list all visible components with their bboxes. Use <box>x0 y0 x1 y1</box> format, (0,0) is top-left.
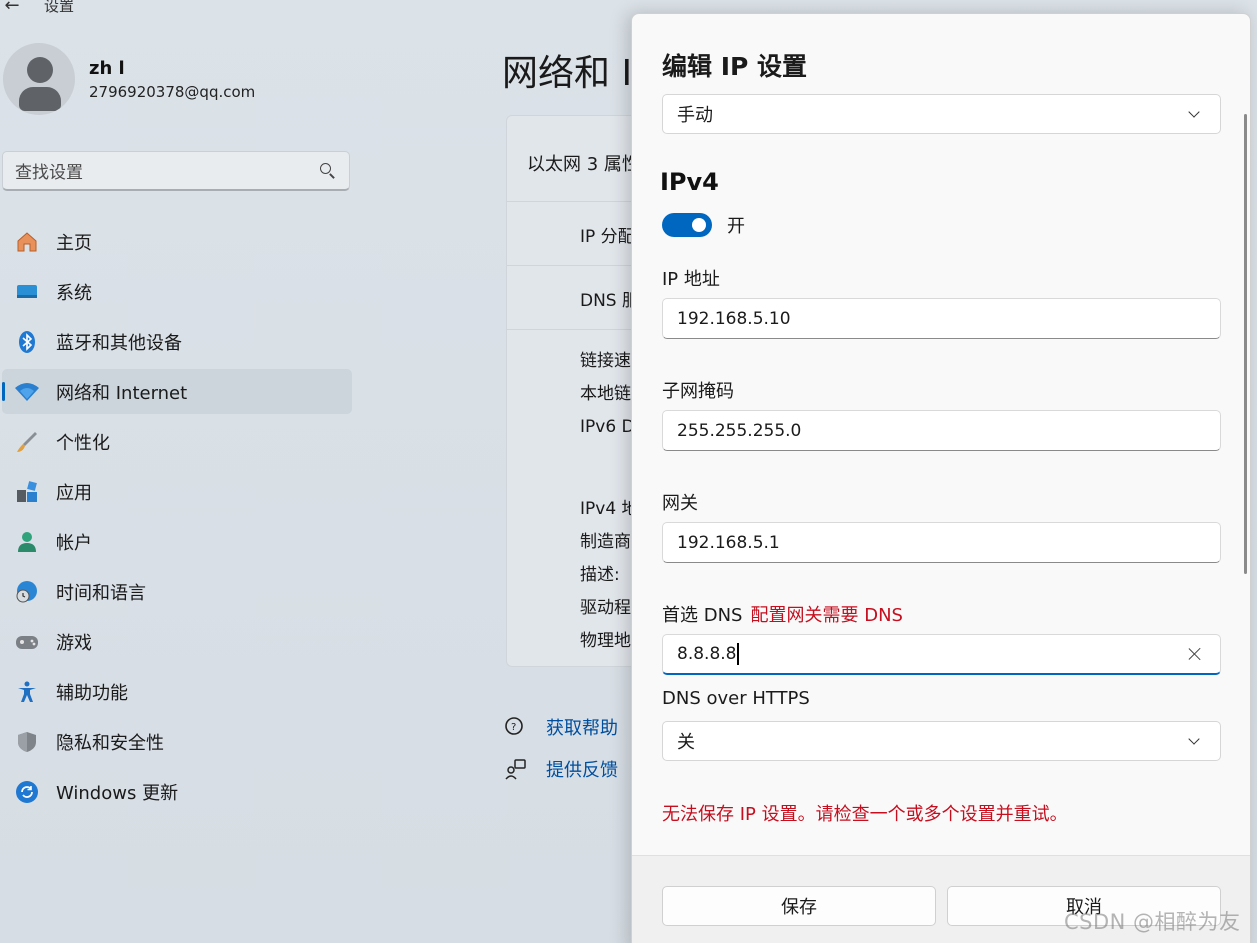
get-help-link[interactable]: ? 获取帮助 <box>504 706 618 748</box>
ip-mode-select[interactable]: 手动 <box>662 94 1221 134</box>
get-help-label: 获取帮助 <box>546 718 618 739</box>
chevron-down-icon <box>1188 105 1200 118</box>
sidebar-item-system[interactable]: 系统 <box>2 269 352 314</box>
sidebar-item-label: 隐私和安全性 <box>56 732 164 754</box>
sidebar-item-label: 网络和 Internet <box>56 382 188 404</box>
accessibility-icon <box>14 679 40 705</box>
save-button[interactable]: 保存 <box>662 886 936 926</box>
gateway-label: 网关 <box>662 493 698 514</box>
sidebar-item-accessibility[interactable]: 辅助功能 <box>2 669 352 714</box>
sidebar-nav: 主页 系统 蓝牙和其他设备 网络和 Internet 个性化 应用 帐户 时间和… <box>2 219 352 819</box>
system-icon <box>14 279 40 305</box>
preferred-dns-label-row: 首选 DNS 配置网关需要 DNS <box>662 601 903 627</box>
help-chat-icon: ? <box>504 716 526 738</box>
sidebar-item-label: 游戏 <box>56 632 92 654</box>
back-arrow-icon[interactable]: ← <box>0 0 24 16</box>
save-error-message: 无法保存 IP 设置。请检查一个或多个设置并重试。 <box>662 804 1068 825</box>
sidebar-item-label: 主页 <box>56 232 92 254</box>
profile-email: 2796920378@qq.com <box>89 82 256 101</box>
clear-icon[interactable] <box>1188 647 1202 661</box>
sidebar-item-bluetooth[interactable]: 蓝牙和其他设备 <box>2 319 352 364</box>
feedback-label: 提供反馈 <box>546 760 618 781</box>
sidebar-item-personalization[interactable]: 个性化 <box>2 419 352 464</box>
help-links: ? 获取帮助 提供反馈 <box>504 706 618 790</box>
ipv4-toggle-label: 开 <box>727 216 745 237</box>
doh-value: 关 <box>677 732 695 753</box>
ipv4-heading: IPv4 <box>660 168 719 196</box>
dialog-title: 编辑 IP 设置 <box>662 52 808 81</box>
toggle-knob <box>692 218 706 232</box>
bluetooth-icon <box>14 329 40 355</box>
globe-clock-icon <box>14 579 40 605</box>
page-title: 网络和 I <box>502 53 633 94</box>
brush-icon <box>14 429 40 455</box>
ipv4-toggle-row: 开 <box>662 212 745 238</box>
sidebar-item-label: Windows 更新 <box>56 782 179 804</box>
preferred-dns-field[interactable]: 8.8.8.8 <box>662 634 1221 675</box>
wifi-icon <box>14 379 40 405</box>
avatar-body-icon <box>19 87 61 111</box>
sidebar-item-label: 应用 <box>56 482 92 504</box>
account-icon <box>14 529 40 555</box>
text-caret <box>737 643 739 665</box>
sidebar-item-windows-update[interactable]: Windows 更新 <box>2 769 352 814</box>
window-title: 设置 <box>44 0 75 15</box>
ip-address-value: 192.168.5.10 <box>677 308 791 329</box>
gateway-field[interactable]: 192.168.5.1 <box>662 522 1221 563</box>
shield-icon <box>14 729 40 755</box>
dns-error-text: 配置网关需要 DNS <box>750 605 903 626</box>
subnet-mask-field[interactable]: 255.255.255.0 <box>662 410 1221 451</box>
gamepad-icon <box>14 629 40 655</box>
doh-label: DNS over HTTPS <box>662 688 810 709</box>
sidebar-item-network[interactable]: 网络和 Internet <box>2 369 352 414</box>
sidebar-item-label: 时间和语言 <box>56 582 146 604</box>
profile-name: zh l <box>89 57 125 79</box>
search-placeholder: 查找设置 <box>15 163 83 183</box>
search-input[interactable]: 查找设置 <box>2 151 350 191</box>
ip-mode-value: 手动 <box>677 105 713 126</box>
title-bar: ← 设置 <box>0 0 74 18</box>
chevron-down-icon <box>1188 732 1200 745</box>
sidebar-item-label: 蓝牙和其他设备 <box>56 332 182 354</box>
ip-address-field[interactable]: 192.168.5.10 <box>662 298 1221 339</box>
sidebar-item-label: 帐户 <box>56 532 92 554</box>
avatar <box>3 43 75 115</box>
feedback-link[interactable]: 提供反馈 <box>504 748 618 790</box>
sidebar-item-accounts[interactable]: 帐户 <box>2 519 352 564</box>
sidebar-item-home[interactable]: 主页 <box>2 219 352 264</box>
svg-text:?: ? <box>511 722 516 733</box>
apps-icon <box>14 479 40 505</box>
ip-address-label: IP 地址 <box>662 269 720 290</box>
home-icon <box>14 229 40 255</box>
sidebar-item-gaming[interactable]: 游戏 <box>2 619 352 664</box>
sidebar-item-label: 系统 <box>56 282 92 304</box>
subnet-mask-label: 子网掩码 <box>662 381 734 402</box>
page-scrollbar[interactable] <box>1250 52 1257 82</box>
sidebar-item-time-language[interactable]: 时间和语言 <box>2 569 352 614</box>
gateway-value: 192.168.5.1 <box>677 532 780 553</box>
update-icon <box>14 779 40 805</box>
dialog-scrollbar[interactable] <box>1244 114 1247 574</box>
sidebar-item-label: 个性化 <box>56 432 110 454</box>
sidebar-item-apps[interactable]: 应用 <box>2 469 352 514</box>
preferred-dns-value: 8.8.8.8 <box>677 644 737 664</box>
user-profile[interactable]: zh l 2796920378@qq.com <box>3 43 255 115</box>
search-icon[interactable] <box>319 162 337 180</box>
feedback-icon <box>504 758 526 780</box>
ipv4-toggle[interactable] <box>662 213 712 237</box>
avatar-head-icon <box>27 57 53 83</box>
sidebar-item-label: 辅助功能 <box>56 682 128 704</box>
subnet-mask-value: 255.255.255.0 <box>677 420 802 441</box>
watermark: CSDN @相醉为友 <box>1064 910 1241 934</box>
preferred-dns-label: 首选 DNS <box>662 605 743 626</box>
sidebar-item-privacy[interactable]: 隐私和安全性 <box>2 719 352 764</box>
doh-select[interactable]: 关 <box>662 721 1221 761</box>
edit-ip-dialog: 编辑 IP 设置 手动 IPv4 开 IP 地址 192.168.5.10 子网… <box>631 13 1251 943</box>
